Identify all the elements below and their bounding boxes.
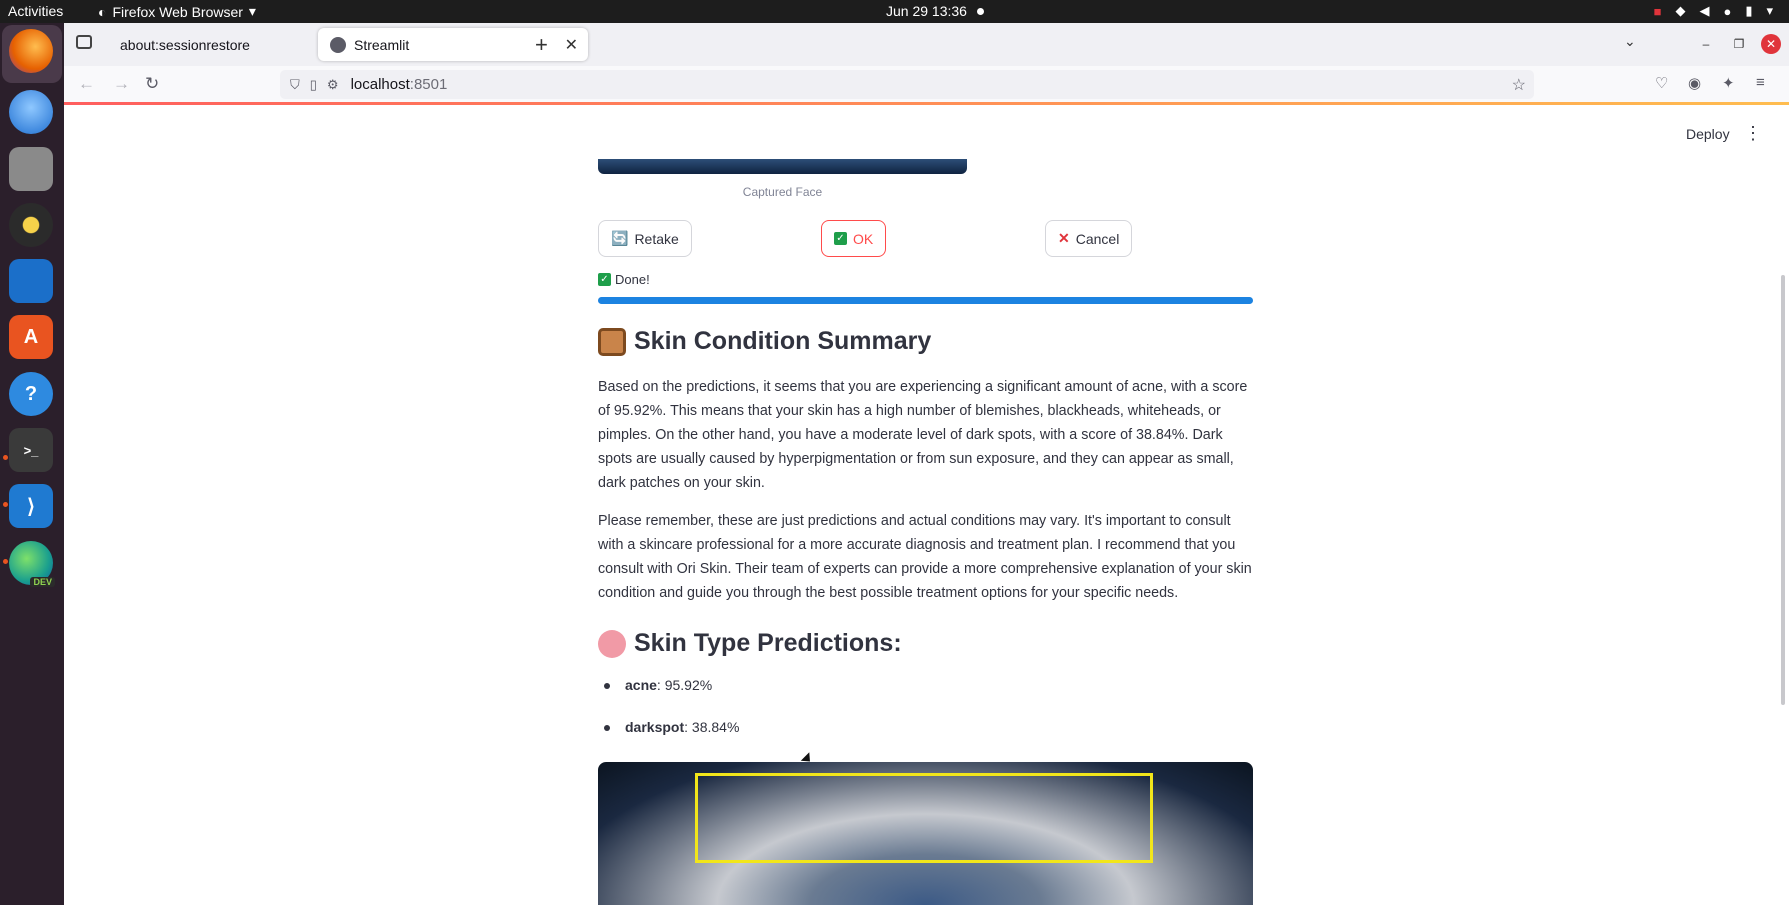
predictions-heading: Skin Type Predictions: <box>598 629 902 658</box>
more-options-icon[interactable]: ⋮ <box>1744 123 1762 144</box>
permissions-icon[interactable]: ⚙ <box>327 77 339 93</box>
image-caption: Captured Face <box>742 185 823 199</box>
annotated-face-image <box>598 762 1253 905</box>
dock: A ? >_ ⟩ DEV <box>0 23 64 905</box>
list-item: acne: 95.92% <box>598 677 739 719</box>
tab-label: about:sessionrestore <box>120 36 250 53</box>
menu-icon[interactable]: ≡ <box>1756 74 1765 91</box>
tab-sessionrestore[interactable]: about:sessionrestore ✕ <box>108 28 353 61</box>
captured-face-image <box>598 159 967 174</box>
app-menu[interactable]: ◐ Firefox Web Browser ▾ <box>98 3 256 20</box>
restore-icon[interactable]: ❐ <box>1729 34 1749 54</box>
refresh-icon: 🔄 <box>611 230 629 246</box>
bookmark-star-icon[interactable]: ☆ <box>1512 75 1526 95</box>
new-tab-icon[interactable]: + <box>535 32 548 58</box>
streamlit-page: Deploy ⋮ Captured Face 🔄 Retake ✓ OK ✕ C… <box>64 105 1789 905</box>
retake-label: Retake <box>634 230 679 247</box>
cancel-label: Cancel <box>1075 230 1120 247</box>
prediction-value: : 95.92% <box>656 677 713 693</box>
firefox-small-icon: ◐ <box>98 3 107 20</box>
close-icon[interactable]: ✕ <box>565 35 578 55</box>
chevron-down-icon: ▾ <box>1766 3 1773 18</box>
tab-label: Streamlit <box>354 36 410 53</box>
check-icon: ✓ <box>834 232 847 245</box>
page-icon: ▯ <box>309 76 317 92</box>
shield-icon[interactable]: ⛉ <box>290 77 300 93</box>
volume-icon: ◀ <box>1699 3 1710 18</box>
back-icon[interactable]: ← <box>78 74 95 94</box>
status-text: Done! <box>615 272 650 287</box>
clock[interactable]: Jun 29 13:36 <box>886 3 984 19</box>
help-icon[interactable]: ? <box>9 372 53 416</box>
scrollbar[interactable] <box>1781 275 1785 705</box>
url-bar[interactable]: ⛉ ▯ ⚙ localhost:8501 ☆ <box>280 70 1534 99</box>
prediction-name: darkspot <box>625 719 685 735</box>
battery-icon: ▮ <box>1745 3 1753 18</box>
summary-title: Skin Condition Summary <box>634 327 932 355</box>
ok-button[interactable]: ✓ OK <box>821 220 887 257</box>
edge-dev-badge: DEV <box>30 577 55 587</box>
thunderbird-icon[interactable] <box>9 90 53 134</box>
progress-bar <box>598 297 1253 304</box>
system-tray[interactable]: ■ ◆ ◀ ● ▮ ▾ <box>1654 3 1773 19</box>
pocket-icon[interactable]: ♡ <box>1655 74 1668 92</box>
streamlit-favicon-icon <box>330 36 346 53</box>
cancel-button[interactable]: ✕ Cancel <box>1045 220 1133 257</box>
terminal-icon[interactable]: >_ <box>9 428 53 472</box>
forward-icon[interactable]: → <box>113 74 130 94</box>
microphone-icon: ● <box>1723 3 1732 19</box>
retake-button[interactable]: 🔄 Retake <box>598 220 692 257</box>
predictions-title: Skin Type Predictions: <box>634 629 902 657</box>
summary-paragraph-1: Based on the predictions, it seems that … <box>598 379 1248 491</box>
tab-bar: about:sessionrestore ✕ Streamlit ✕ + ⌄ –… <box>64 23 1789 66</box>
window-close-icon[interactable]: ✕ <box>1761 34 1781 54</box>
status-message: ✓ Done! <box>598 272 650 287</box>
summary-heading: Skin Condition Summary <box>598 327 931 356</box>
prediction-value: : 38.84% <box>684 719 740 735</box>
app-center-icon[interactable]: A <box>9 315 53 359</box>
activities-button[interactable]: Activities <box>8 3 63 19</box>
notification-dot-icon <box>976 7 984 15</box>
system-top-bar: Activities ◐ Firefox Web Browser ▾ Jun 2… <box>0 0 1789 23</box>
firefox-icon[interactable] <box>9 29 53 73</box>
ok-label: OK <box>853 230 874 247</box>
extensions-icon[interactable]: ✦ <box>1722 74 1735 92</box>
chevron-down-icon: ▾ <box>248 3 256 19</box>
progress-fill <box>598 297 1253 304</box>
account-icon[interactable]: ◉ <box>1688 74 1701 92</box>
minimize-icon[interactable]: – <box>1696 34 1716 54</box>
running-indicator <box>3 455 8 460</box>
predictions-list: acne: 95.92% darkspot: 38.84% <box>598 677 739 761</box>
detection-bounding-box <box>695 773 1153 863</box>
list-item: darkspot: 38.84% <box>598 719 739 761</box>
running-indicator <box>3 559 8 564</box>
running-indicator <box>3 502 8 507</box>
summary-paragraph-2: Please remember, these are just predicti… <box>598 513 1252 601</box>
sidebar-toggle-icon[interactable] <box>76 35 92 49</box>
prediction-name: acne <box>625 677 657 693</box>
cross-icon: ✕ <box>1058 230 1070 246</box>
list-all-tabs-icon[interactable]: ⌄ <box>1624 33 1636 50</box>
check-icon: ✓ <box>598 273 611 286</box>
vscode-icon[interactable]: ⟩ <box>9 484 53 528</box>
edge-dev-icon[interactable]: DEV <box>9 541 55 587</box>
reload-icon[interactable]: ↻ <box>145 74 159 94</box>
url-port: :8501 <box>409 76 448 93</box>
files-icon[interactable] <box>9 147 53 191</box>
clock-label: Jun 29 13:36 <box>886 3 967 19</box>
brain-icon <box>598 629 626 658</box>
wifi-icon: ◆ <box>1675 3 1686 18</box>
deploy-button[interactable]: Deploy <box>1686 126 1730 142</box>
url-host: localhost <box>350 76 410 93</box>
rhythmbox-icon[interactable] <box>9 203 53 247</box>
screen-record-icon: ■ <box>1653 3 1662 19</box>
app-menu-label: Firefox Web Browser <box>112 3 243 20</box>
nav-bar: ← → ↻ ⛉ ▯ ⚙ localhost:8501 ☆ ♡ ◉ ✦ ≡ <box>64 66 1789 103</box>
libreoffice-writer-icon[interactable] <box>9 259 53 303</box>
clipboard-icon <box>598 327 626 356</box>
